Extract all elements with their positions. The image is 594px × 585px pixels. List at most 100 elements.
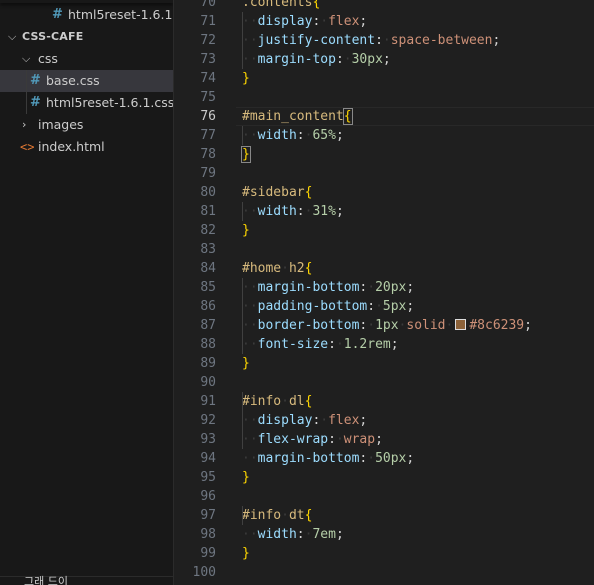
- token-punc: ;: [524, 318, 532, 333]
- code-line[interactable]: 87 ··border-bottom:·1px·solid· #8c6239;: [174, 316, 594, 335]
- code-line[interactable]: 70 .contents{: [174, 0, 594, 12]
- tree-item-index-html[interactable]: <> index.html: [0, 136, 173, 158]
- token-sel: h2: [288, 261, 305, 276]
- token-num: 65%: [312, 128, 336, 143]
- token-ws: ·: [445, 318, 454, 333]
- line-code: }: [241, 145, 251, 164]
- token-sel: #main_content: [242, 109, 344, 124]
- token-punc: ;: [492, 33, 501, 48]
- code-line[interactable]: 83: [174, 240, 594, 259]
- token-ws: ·: [367, 318, 376, 333]
- color-swatch[interactable]: [455, 319, 467, 330]
- line-number: 85: [200, 280, 216, 295]
- code-line[interactable]: 82}: [174, 221, 594, 240]
- tree-item-html5reset-partial[interactable]: # html5reset-1.6.1...: [0, 4, 173, 26]
- line-number: 92: [200, 413, 216, 428]
- line-number: 93: [200, 432, 216, 447]
- line-code: ··width:·31%;: [242, 202, 344, 221]
- indent-guide: [242, 278, 243, 354]
- line-code: ··border-bottom:·1px·solid· #8c6239;: [242, 316, 532, 335]
- code-line[interactable]: 100: [174, 563, 594, 582]
- tree-item-label: html5reset-1.6.1...: [68, 7, 173, 22]
- token-prop: padding-bottom: [257, 299, 368, 314]
- token-punc: ;: [382, 52, 391, 67]
- line-code: ··flex-wrap:·wrap;: [242, 430, 383, 449]
- line-number: 95: [200, 470, 216, 485]
- code-line[interactable]: 98 ··width:·7em;: [174, 525, 594, 544]
- token-punc: :: [296, 204, 305, 219]
- hash-icon: #: [30, 73, 41, 88]
- code-line[interactable]: 99}: [174, 544, 594, 563]
- code-line[interactable]: 93 ··flex-wrap:·wrap;: [174, 430, 594, 449]
- token-ws: ·: [367, 280, 376, 295]
- code-line[interactable]: 88 ··font-size:·1.2rem;: [174, 335, 594, 354]
- token-ws: ··: [242, 432, 258, 447]
- line-number: 91: [200, 394, 216, 409]
- chevron-down-icon: ⌵: [8, 30, 17, 43]
- code-line[interactable]: 86 ··padding-bottom:·5px;: [174, 297, 594, 316]
- token-val: flex: [328, 14, 360, 29]
- code-line[interactable]: 71 ··display:·flex;: [174, 12, 594, 31]
- token-brace-match: {: [342, 108, 353, 125]
- code-line[interactable]: 76 #main_content{: [174, 107, 594, 126]
- explorer-sidebar: # html5reset-1.6.1... ⌵ CSS-CAFE ⌵ css #…: [0, 0, 174, 585]
- token-num: 31%: [312, 204, 336, 219]
- code-line[interactable]: 97 #info·dt{: [174, 506, 594, 525]
- line-number: 82: [200, 223, 216, 238]
- line-number: 70: [200, 0, 216, 10]
- code-line[interactable]: 81 ··width:·31%;: [174, 202, 594, 221]
- code-line[interactable]: 80 #sidebar{: [174, 183, 594, 202]
- token-ws: ··: [242, 52, 258, 67]
- line-number: 73: [200, 52, 216, 67]
- token-val: wrap: [343, 432, 376, 447]
- token-punc: :: [296, 128, 305, 143]
- tree-folder-css[interactable]: ⌵ css: [0, 48, 173, 70]
- token-ws: ··: [242, 280, 258, 295]
- scroll-shadow: [0, 0, 173, 3]
- line-code: ··justify-content:·space-between;: [242, 31, 500, 50]
- line-number: 81: [200, 204, 216, 219]
- code-line[interactable]: 90: [174, 373, 594, 392]
- line-code: }: [242, 354, 250, 373]
- token-prop: display: [257, 14, 313, 29]
- token-ws: ·: [343, 52, 352, 67]
- code-line[interactable]: 91 #info·dl{: [174, 392, 594, 411]
- line-number: 83: [200, 242, 216, 257]
- tree-folder-images[interactable]: › images: [0, 114, 173, 136]
- code-line[interactable]: 77 ··width:·65%;: [174, 126, 594, 145]
- workspace-title: CSS-CAFE: [22, 30, 84, 43]
- tree-item-label: index.html: [38, 139, 105, 154]
- code-line[interactable]: 79: [174, 164, 594, 183]
- line-code: #main_content{: [242, 107, 353, 126]
- indent-guide: [242, 506, 243, 525]
- token-prop: margin-bottom: [257, 451, 360, 466]
- code-line[interactable]: 73 ··margin-top:·30px;: [174, 50, 594, 69]
- tree-folder-css-cafe[interactable]: ⌵ CSS-CAFE: [0, 26, 173, 48]
- line-number: 80: [200, 185, 216, 200]
- token-prop: display: [257, 413, 313, 428]
- code-editor[interactable]: 70 .contents{71 ··display:·flex; 72 ··justif…: [174, 0, 594, 585]
- line-number: 90: [200, 375, 216, 390]
- code-line[interactable]: 89}: [174, 354, 594, 373]
- code-line[interactable]: 72 ··justify-content:·space-between;: [174, 31, 594, 50]
- code-line[interactable]: 95}: [174, 468, 594, 487]
- line-code: ··margin-bottom:·50px;: [242, 449, 414, 468]
- code-line[interactable]: 78}: [174, 145, 594, 164]
- line-number: 100: [192, 565, 216, 580]
- code-line[interactable]: 92 ··display:·flex;: [174, 411, 594, 430]
- code-line[interactable]: 85 ··margin-bottom:·20px;: [174, 278, 594, 297]
- token-num: 1px: [375, 318, 399, 333]
- code-line[interactable]: 96: [174, 487, 594, 506]
- outline-panel-header[interactable]: 그래 드이: [0, 575, 173, 585]
- token-val: space-between: [390, 33, 493, 48]
- line-number: 75: [200, 90, 216, 105]
- token-val: solid: [406, 318, 446, 333]
- code-line[interactable]: 84 #home·h2{: [174, 259, 594, 278]
- line-code: ··font-size:·1.2rem;: [242, 335, 399, 354]
- code-line[interactable]: 74}: [174, 69, 594, 88]
- code-line[interactable]: 75: [174, 88, 594, 107]
- token-brace: {: [304, 394, 313, 409]
- line-number: 88: [200, 337, 216, 352]
- line-number: 84: [200, 261, 216, 276]
- code-line[interactable]: 94 ··margin-bottom:·50px;: [174, 449, 594, 468]
